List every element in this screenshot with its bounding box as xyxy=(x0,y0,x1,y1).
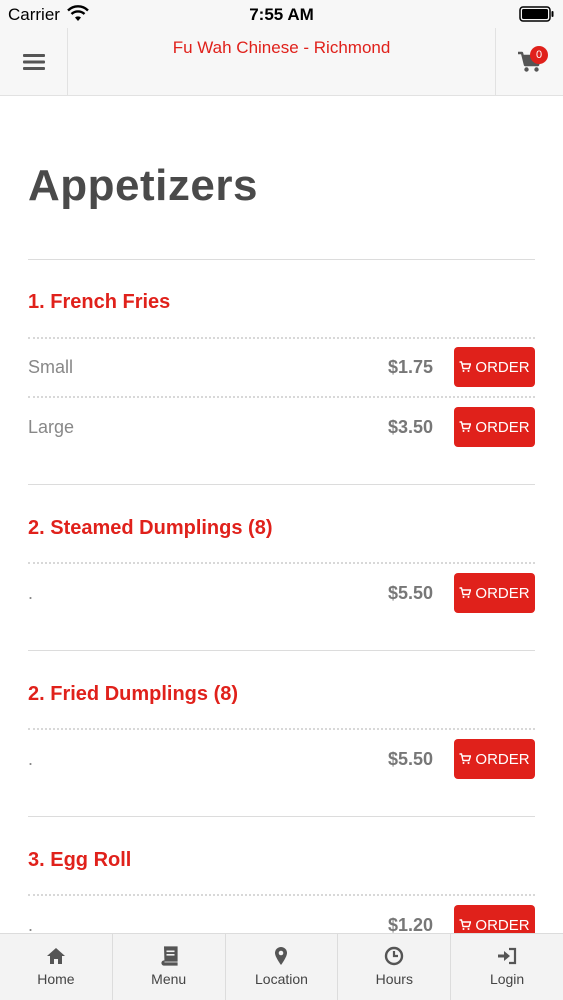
option-label: . xyxy=(28,915,34,933)
map-pin-icon xyxy=(271,946,291,966)
tab-label: Menu xyxy=(151,971,187,987)
cart-small-icon xyxy=(459,753,472,764)
order-button-label: ORDER xyxy=(475,750,530,768)
tab-hours[interactable]: Hours xyxy=(338,934,452,1000)
bottom-tab-bar: Home Menu Location Hours Login xyxy=(0,933,563,1000)
nav-bar: Fu Wah Chinese - Richmond 0 xyxy=(0,28,563,96)
menu-item-name: 3. Egg Roll xyxy=(28,849,132,871)
cart-small-icon xyxy=(459,361,472,372)
dotted-divider xyxy=(28,894,535,896)
order-button-label: ORDER xyxy=(475,916,530,934)
option-price: $1.20 xyxy=(387,915,433,933)
cart-count-badge: 0 xyxy=(530,46,548,64)
order-button-label: ORDER xyxy=(475,358,530,376)
dotted-divider xyxy=(28,396,535,398)
order-button-label: ORDER xyxy=(475,584,530,602)
app-screen: Carrier 7:55 AM Fu Wah Chinese - Richmon… xyxy=(0,0,563,1000)
order-button[interactable]: ORDER xyxy=(454,905,535,933)
cart-small-icon xyxy=(459,919,472,930)
cart-small-icon xyxy=(459,421,472,432)
sign-in-icon xyxy=(497,946,517,966)
option-price: $5.50 xyxy=(387,583,433,603)
option-price: $3.50 xyxy=(387,417,433,437)
order-button-label: ORDER xyxy=(475,418,530,436)
menu-item-name: 2. Fried Dumplings (8) xyxy=(28,683,239,705)
section-divider xyxy=(28,816,535,817)
option-label: . xyxy=(28,583,34,603)
tab-label: Login xyxy=(489,971,525,987)
option-label: . xyxy=(28,749,34,769)
clock-icon xyxy=(384,946,404,966)
tab-label: Location xyxy=(255,971,308,987)
tab-label: Hours xyxy=(375,971,413,987)
cart-small-icon xyxy=(459,587,472,598)
order-button[interactable]: ORDER xyxy=(454,347,535,387)
category-title: Appetizers xyxy=(28,161,258,210)
order-button[interactable]: ORDER xyxy=(454,573,535,613)
section-divider xyxy=(28,259,535,260)
cart-button[interactable]: 0 xyxy=(495,28,563,95)
hamburger-menu-button[interactable] xyxy=(0,28,68,95)
tab-menu[interactable]: Menu xyxy=(113,934,226,1000)
menu-content: Appetizers 1. French Fries Small $1.75 O… xyxy=(0,97,563,933)
restaurant-title: Fu Wah Chinese - Richmond xyxy=(172,38,391,57)
dotted-divider xyxy=(28,337,535,339)
section-divider xyxy=(28,650,535,651)
order-button[interactable]: ORDER xyxy=(454,739,535,779)
menu-item-name: 1. French Fries xyxy=(28,291,171,313)
status-bar: Carrier 7:55 AM xyxy=(0,0,563,28)
option-label: Large xyxy=(28,417,75,437)
clock-time: 7:55 AM xyxy=(249,5,314,24)
option-price: $5.50 xyxy=(387,749,433,769)
dotted-divider xyxy=(28,728,535,730)
option-price: $1.75 xyxy=(387,357,433,377)
dotted-divider xyxy=(28,562,535,564)
tab-login[interactable]: Login xyxy=(451,934,563,1000)
tab-home[interactable]: Home xyxy=(0,934,113,1000)
order-button[interactable]: ORDER xyxy=(454,407,535,447)
hamburger-icon xyxy=(22,53,45,70)
book-icon xyxy=(159,946,179,966)
option-label: Small xyxy=(28,357,74,377)
section-divider xyxy=(28,484,535,485)
tab-location[interactable]: Location xyxy=(226,934,339,1000)
battery-icon xyxy=(519,6,554,22)
home-icon xyxy=(46,946,66,966)
tab-label: Home xyxy=(37,971,75,987)
menu-item-name: 2. Steamed Dumplings (8) xyxy=(28,517,273,539)
